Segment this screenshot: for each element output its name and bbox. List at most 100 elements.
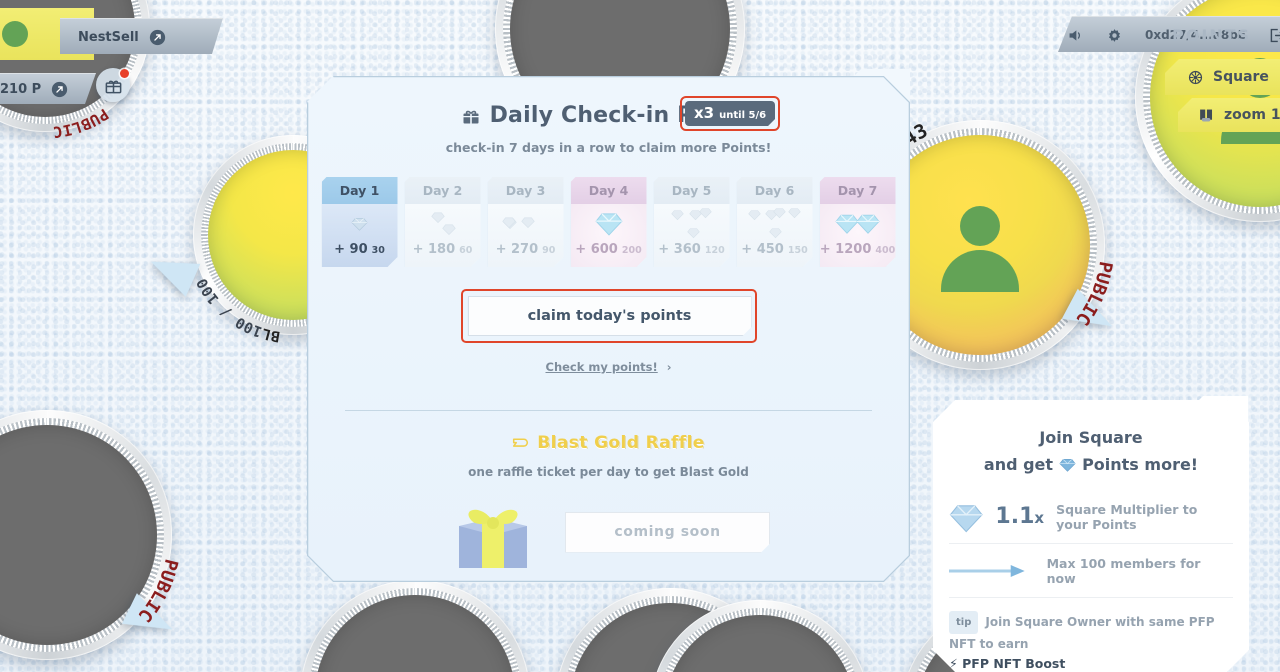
- gift-icon: [104, 76, 123, 95]
- external-link-icon[interactable]: [51, 81, 68, 98]
- gift-button[interactable]: [96, 68, 130, 102]
- day-cards-list: Day 1 + 90 30 Day 2 + 180 60 Day 3 + 270…: [307, 177, 910, 267]
- day-card-base: 200: [621, 245, 642, 256]
- svg-text:100 / 100: 100 / 100: [193, 275, 264, 340]
- diamond-icon: [351, 217, 368, 231]
- svg-text:PUBLIC: PUBLIC: [52, 105, 111, 141]
- world-square[interactable]: ASSERS PUBLIC: [0, 410, 182, 660]
- hud-points-label: 210 P: [0, 82, 42, 97]
- square-label-band: 100 / 100: [646, 596, 874, 672]
- blast-logo-icon: [512, 435, 529, 452]
- diamond-icon: [768, 227, 782, 238]
- diamond-icon: [687, 227, 700, 238]
- join-tip-text: Join Square Owner with same PFP NFT to e…: [949, 615, 1215, 651]
- day-card-points: + 180: [412, 242, 456, 257]
- raffle-title: Blast Gold Raffle: [537, 433, 705, 453]
- day-card-gems: [820, 204, 896, 242]
- diamond-icon: [856, 214, 880, 234]
- day-card-gems: [747, 204, 803, 242]
- claim-button-highlight: claim today's points: [460, 289, 757, 343]
- join-members-text: Max 100 members for now: [1046, 555, 1201, 586]
- multiplier-badge[interactable]: x3 until 5/6: [685, 101, 775, 126]
- day-card[interactable]: Day 2 + 180 60: [404, 177, 481, 267]
- gift-box-icon: [447, 492, 539, 572]
- diamond-icon: [671, 209, 684, 220]
- join-multiplier-value: 1.1x: [995, 504, 1045, 529]
- join-subtitle-after: Points more!: [1082, 455, 1199, 474]
- gear-icon[interactable]: [1106, 27, 1123, 44]
- day-card-points-row: + 600 200: [571, 242, 647, 266]
- zoom-chip-label: zoom 1: [1224, 107, 1280, 123]
- day-card-base: 30: [371, 245, 385, 256]
- join-square-panel: Join Square and get Points more! 1.1x Sq…: [933, 400, 1249, 672]
- daily-checkin-modal: Daily Check-in Points x3 until 5/6 check…: [307, 76, 910, 582]
- points-watermark: POINTS: [1172, 26, 1252, 45]
- multiplier-until: until 5/6: [719, 110, 767, 121]
- tip-badge: tip: [949, 611, 979, 634]
- modal-subtitle: check-in 7 days in a row to claim more P…: [445, 140, 772, 155]
- day-card-gems: [571, 204, 647, 242]
- day-card-points-row: + 180 60: [405, 242, 481, 266]
- check-my-points-link[interactable]: Check my points! ›: [307, 360, 910, 374]
- day-card-points: + 90: [334, 242, 368, 257]
- diamond-icon: [1059, 459, 1076, 472]
- day-card[interactable]: Day 1 + 90 30: [321, 177, 398, 267]
- day-card-base: 60: [459, 245, 473, 256]
- day-card-points-row: + 270 90: [488, 242, 564, 266]
- day-card-points: + 270: [495, 242, 539, 257]
- join-subtitle-before: and get: [983, 455, 1054, 474]
- day-card-points-row: + 450 150: [737, 242, 813, 266]
- join-row-multiplier: 1.1x Square Multiplier to your Points: [933, 490, 1249, 543]
- day-card-points: + 450: [741, 242, 784, 257]
- world-square[interactable]: 100 / 100: [650, 600, 870, 672]
- square-chip[interactable]: Square: [1165, 59, 1280, 95]
- diamond-icon: [520, 217, 535, 228]
- raffle-title-row: Blast Gold Raffle: [307, 433, 910, 453]
- day-card-label: Day 4: [570, 177, 647, 205]
- square-bottom-label: PUBLIC: [134, 557, 182, 626]
- raffle-row: coming soon: [307, 492, 910, 572]
- square-bottom-label: PUBLIC: [52, 105, 111, 141]
- day-card-label: Day 6: [736, 177, 813, 205]
- day-card[interactable]: Day 3 + 270 90: [487, 177, 564, 267]
- raffle-subtitle: one raffle ticket per day to get Blast G…: [468, 465, 749, 479]
- chevron-right-icon: ›: [666, 360, 672, 374]
- day-card-gems: [666, 204, 718, 242]
- join-row-members: Max 100 members for now: [933, 544, 1249, 597]
- gift-icon: [461, 106, 481, 126]
- day-card-base: 150: [787, 245, 808, 256]
- svg-text:PUBLIC: PUBLIC: [134, 557, 182, 626]
- multiplier-value: x3: [694, 104, 715, 122]
- day-card-points: + 1200: [819, 242, 872, 257]
- join-title: Join Square: [1039, 428, 1143, 447]
- day-card-base: 400: [875, 245, 896, 256]
- check-my-points-label: Check my points!: [545, 360, 658, 374]
- day-card[interactable]: Day 6 + 450 150: [736, 177, 813, 267]
- hud-name-label: NestSell: [78, 29, 139, 45]
- day-card[interactable]: Day 7 + 1200 400: [819, 177, 896, 267]
- day-card[interactable]: Day 5 + 360 120: [653, 177, 730, 267]
- join-tip-row: tip Join Square Owner with same PFP NFT t…: [933, 611, 1249, 654]
- day-card-base: 120: [704, 245, 725, 256]
- multiplier-badge-highlight: x3 until 5/6: [680, 96, 781, 131]
- day-card-points-row: + 1200 400: [820, 242, 896, 266]
- speaker-icon[interactable]: [1067, 27, 1084, 44]
- day-card-label: Day 2: [404, 177, 481, 205]
- zoom-icon: [1198, 107, 1215, 124]
- diamond-icon: [441, 224, 456, 235]
- day-card-gems: [405, 204, 481, 242]
- day-card-points-row: + 90 30: [322, 242, 398, 266]
- world-square[interactable]: 83 / 100: [300, 580, 530, 672]
- square-meter: 100 / 100: [193, 275, 264, 340]
- day-card[interactable]: Day 4 + 600 200: [570, 177, 647, 267]
- external-link-icon[interactable]: [149, 29, 166, 46]
- claim-today-points-button[interactable]: claim today's points: [468, 296, 752, 336]
- diamond-icon: [748, 209, 761, 220]
- zoom-chip[interactable]: zoom 1: [1178, 98, 1280, 132]
- logout-icon[interactable]: [1268, 27, 1280, 44]
- join-subtitle-row: and get Points more!: [933, 455, 1249, 474]
- join-tip-block: tip Join Square Owner with same PFP NFT t…: [933, 598, 1249, 671]
- day-card-label: Day 7: [819, 177, 896, 205]
- square-label-band: ASSERS PUBLIC: [0, 406, 182, 664]
- modal-title-row: Daily Check-in Points: [307, 103, 910, 128]
